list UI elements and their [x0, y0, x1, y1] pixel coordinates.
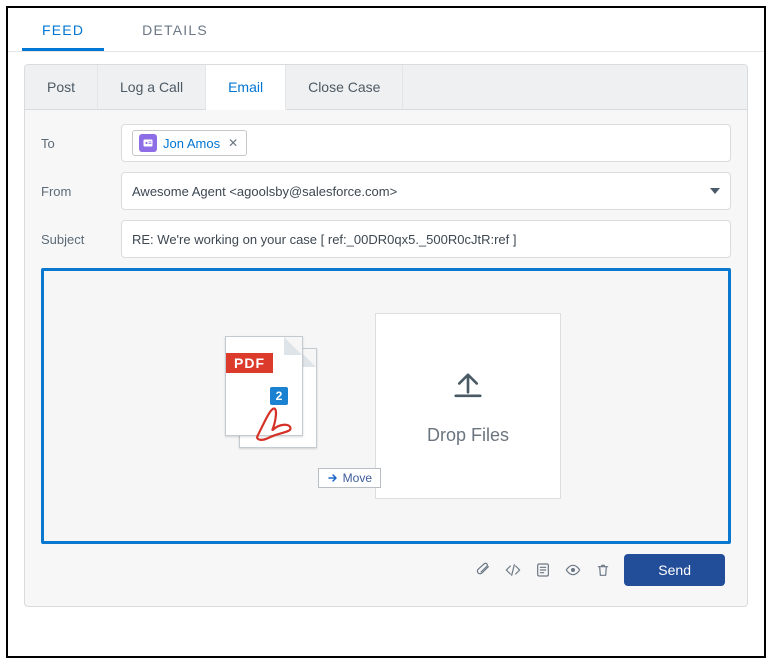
cursor-move-chip: Move [318, 468, 381, 488]
preview-icon[interactable] [564, 561, 582, 579]
dropzone[interactable]: PDF 2 Move Drop Files [41, 268, 731, 544]
compose-area: To Jon Amos ✕ From Awesome Agent <agools… [25, 110, 747, 606]
send-button[interactable]: Send [624, 554, 725, 586]
acrobat-icon [252, 403, 296, 447]
label-to: To [41, 136, 121, 151]
delete-icon[interactable] [594, 561, 612, 579]
row-subject: Subject RE: We're working on your case [… [41, 220, 731, 258]
drop-target[interactable]: Drop Files [375, 313, 561, 499]
tab-feed[interactable]: FEED [22, 8, 104, 51]
pdf-badge: PDF [226, 353, 273, 373]
contact-icon [139, 134, 157, 152]
subject-value: RE: We're working on your case [ ref:_00… [132, 232, 516, 247]
from-value: Awesome Agent <agoolsby@salesforce.com> [132, 184, 397, 199]
publisher-tab-close-case[interactable]: Close Case [286, 65, 403, 109]
to-field[interactable]: Jon Amos ✕ [121, 124, 731, 162]
tab-details[interactable]: DETAILS [122, 8, 228, 51]
recipient-pill[interactable]: Jon Amos ✕ [132, 130, 247, 156]
main-tabs: FEED DETAILS [8, 8, 764, 52]
publisher-panel: Post Log a Call Email Close Case To Jon … [24, 64, 748, 607]
footer-icons [474, 561, 612, 579]
file-page-front: PDF 2 [225, 336, 303, 436]
code-icon[interactable] [504, 561, 522, 579]
window-frame: FEED DETAILS Post Log a Call Email Close… [6, 6, 766, 658]
attachment-icon[interactable] [474, 561, 492, 579]
cursor-move-label: Move [343, 471, 372, 485]
drop-label: Drop Files [427, 425, 509, 446]
row-to: To Jon Amos ✕ [41, 124, 731, 162]
label-from: From [41, 184, 121, 199]
publisher-tabs: Post Log a Call Email Close Case [25, 65, 747, 110]
from-select[interactable]: Awesome Agent <agoolsby@salesforce.com> [121, 172, 731, 210]
recipient-name: Jon Amos [163, 136, 220, 151]
publisher-tab-email[interactable]: Email [206, 65, 286, 110]
subject-input[interactable]: RE: We're working on your case [ ref:_00… [121, 220, 731, 258]
chevron-down-icon [710, 188, 720, 194]
dragged-files[interactable]: PDF 2 Move [211, 326, 341, 486]
template-icon[interactable] [534, 561, 552, 579]
upload-icon [447, 366, 489, 413]
remove-recipient-icon[interactable]: ✕ [226, 136, 240, 150]
row-from: From Awesome Agent <agoolsby@salesforce.… [41, 172, 731, 210]
compose-footer: Send [41, 544, 731, 592]
publisher-tab-post[interactable]: Post [25, 65, 98, 109]
publisher-tab-log-call[interactable]: Log a Call [98, 65, 206, 109]
label-subject: Subject [41, 232, 121, 247]
